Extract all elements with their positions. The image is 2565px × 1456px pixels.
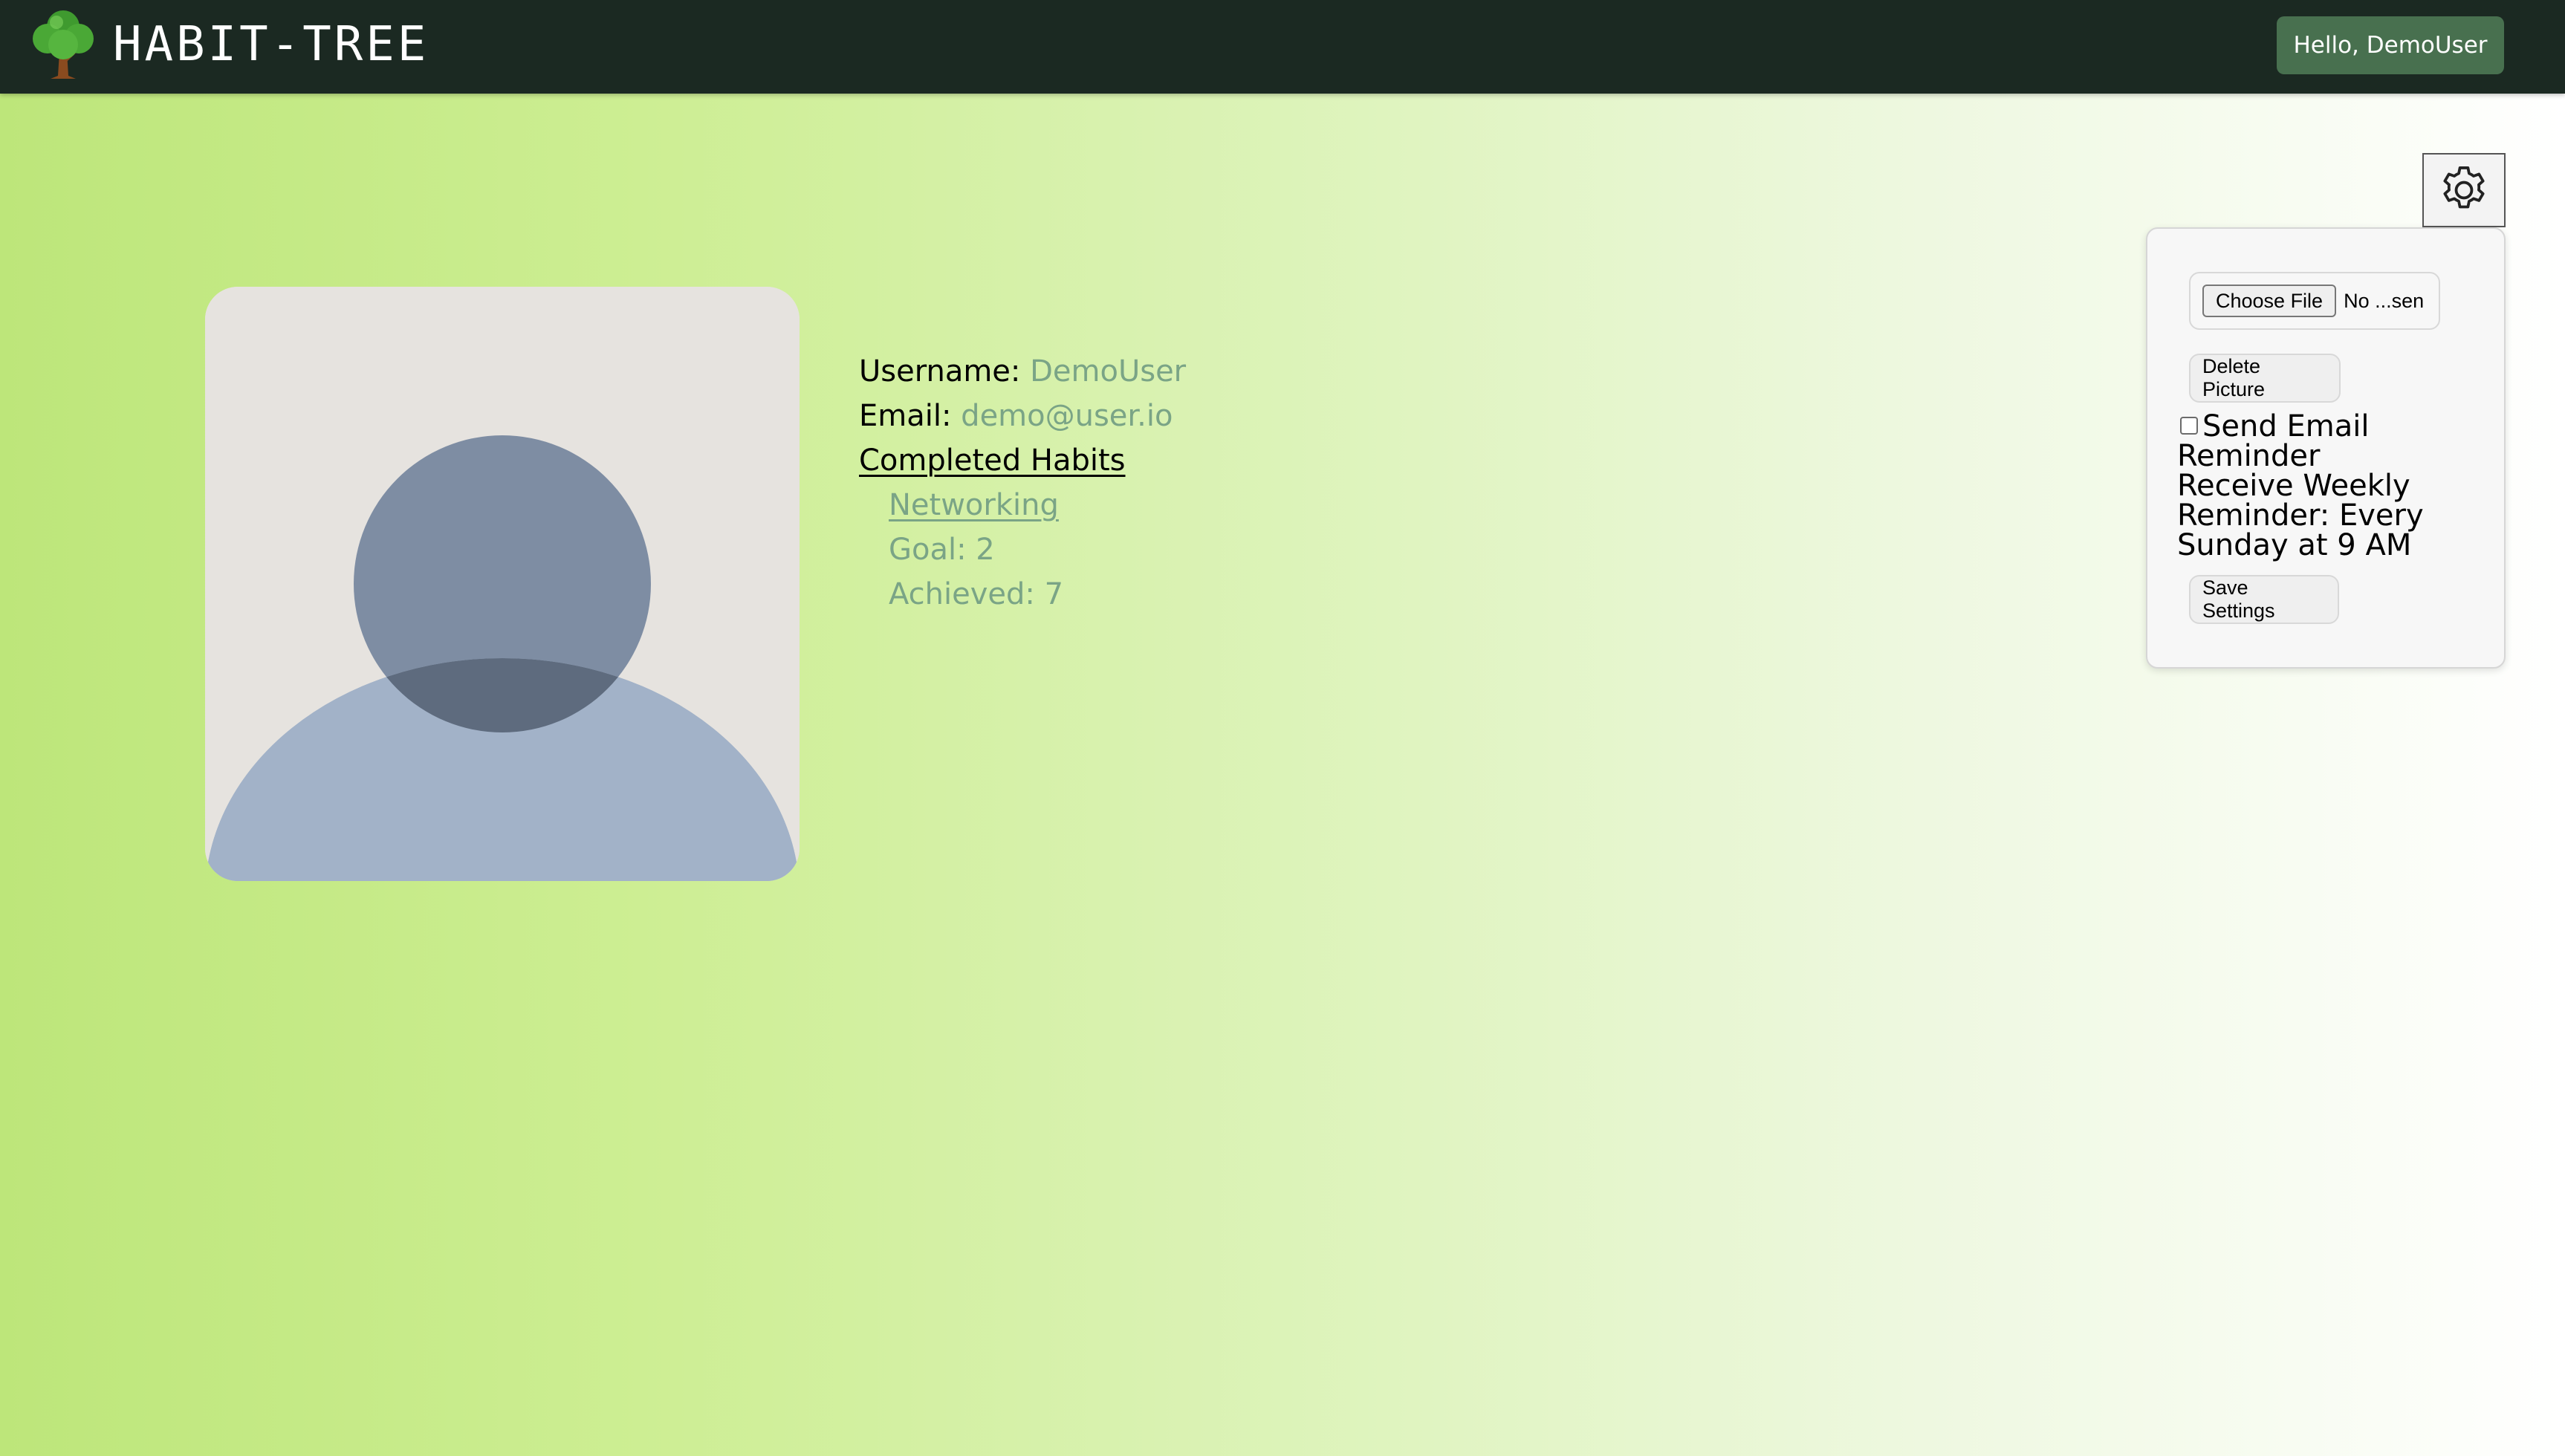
settings-toggle-button[interactable] [2422, 153, 2506, 227]
send-email-checkbox[interactable] [2180, 417, 2198, 435]
completed-habits-link[interactable]: Completed Habits [859, 443, 1126, 478]
top-navbar: HABIT-TREE Hello, DemoUser [0, 0, 2565, 94]
email-label: Email: [859, 399, 952, 433]
email-value: demo@user.io [961, 399, 1173, 433]
username-label: Username: [859, 354, 1021, 389]
gear-icon [2443, 166, 2485, 209]
reminder-schedule-text: Receive Weekly Reminder: Every Sunday at… [2177, 469, 2424, 562]
completed-habits-row: Completed Habits [859, 438, 1186, 483]
profile-picture [205, 287, 800, 881]
settings-panel: Choose File No ...sen Delete Picture Sen… [2146, 227, 2506, 669]
default-avatar-icon [205, 287, 800, 881]
habit-achieved: Achieved: 7 [889, 577, 1064, 611]
username-row: Username: DemoUser [859, 349, 1186, 394]
habit-name-link[interactable]: Networking [889, 488, 1059, 522]
user-greeting-button[interactable]: Hello, DemoUser [2277, 16, 2504, 74]
profile-picture-file-input[interactable]: Choose File No ...sen [2189, 272, 2440, 330]
tree-icon[interactable] [30, 7, 97, 82]
profile-info: Username: DemoUser Email: demo@user.io C… [859, 349, 1186, 617]
choose-file-button[interactable]: Choose File [2202, 285, 2337, 317]
habit-goal: Goal: 2 [889, 533, 995, 567]
email-row: Email: demo@user.io [859, 394, 1186, 438]
save-settings-button[interactable]: Save Settings [2189, 575, 2339, 624]
email-reminder-settings: Send Email Reminder Receive Weekly Remin… [2177, 412, 2489, 560]
habit-item: Networking Goal: 2 Achieved: 7 [859, 483, 1186, 617]
brand-title[interactable]: HABIT-TREE [113, 16, 429, 73]
file-status-text: No ...sen [2344, 289, 2425, 312]
send-email-label: Send Email Reminder [2177, 409, 2370, 473]
username-value: DemoUser [1030, 354, 1187, 389]
delete-picture-button[interactable]: Delete Picture [2189, 354, 2341, 403]
